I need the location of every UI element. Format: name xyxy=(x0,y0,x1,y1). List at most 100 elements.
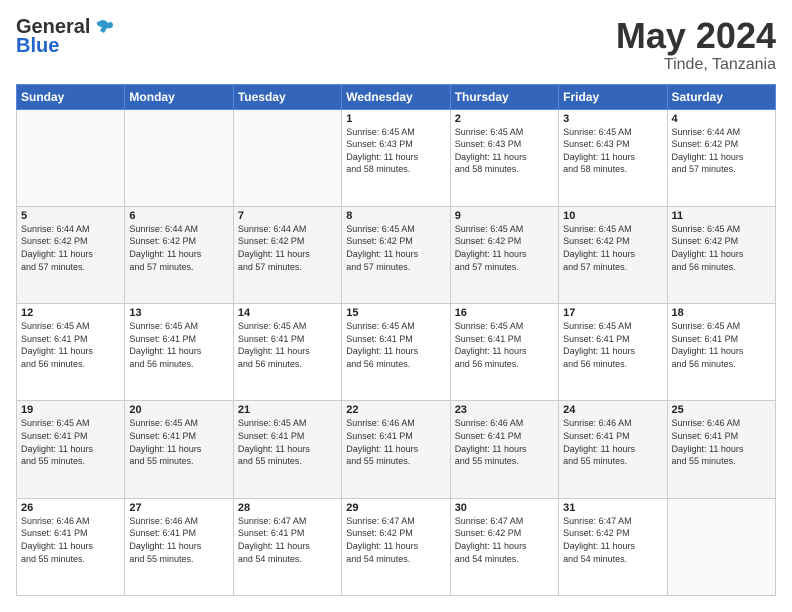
day-number: 29 xyxy=(346,502,445,514)
calendar-day-23: 23Sunrise: 6:46 AM Sunset: 6:41 PM Dayli… xyxy=(450,401,558,498)
day-info: Sunrise: 6:46 AM Sunset: 6:41 PM Dayligh… xyxy=(346,417,445,467)
calendar-day-30: 30Sunrise: 6:47 AM Sunset: 6:42 PM Dayli… xyxy=(450,498,558,595)
day-info: Sunrise: 6:46 AM Sunset: 6:41 PM Dayligh… xyxy=(129,515,228,565)
day-number: 2 xyxy=(455,113,554,125)
calendar-day-3: 3Sunrise: 6:45 AM Sunset: 6:43 PM Daylig… xyxy=(559,109,667,206)
day-info: Sunrise: 6:45 AM Sunset: 6:42 PM Dayligh… xyxy=(346,223,445,273)
day-number: 14 xyxy=(238,307,337,319)
calendar-day-25: 25Sunrise: 6:46 AM Sunset: 6:41 PM Dayli… xyxy=(667,401,775,498)
day-number: 11 xyxy=(672,210,771,222)
calendar-day-8: 8Sunrise: 6:45 AM Sunset: 6:42 PM Daylig… xyxy=(342,206,450,303)
calendar-day-7: 7Sunrise: 6:44 AM Sunset: 6:42 PM Daylig… xyxy=(233,206,341,303)
day-info: Sunrise: 6:45 AM Sunset: 6:41 PM Dayligh… xyxy=(672,320,771,370)
day-info: Sunrise: 6:45 AM Sunset: 6:41 PM Dayligh… xyxy=(21,417,120,467)
weekday-header-thursday: Thursday xyxy=(450,84,558,109)
day-info: Sunrise: 6:45 AM Sunset: 6:41 PM Dayligh… xyxy=(346,320,445,370)
calendar-table: SundayMondayTuesdayWednesdayThursdayFrid… xyxy=(16,84,776,596)
day-info: Sunrise: 6:44 AM Sunset: 6:42 PM Dayligh… xyxy=(21,223,120,273)
month-title: May 2024 xyxy=(616,16,776,56)
day-number: 7 xyxy=(238,210,337,222)
calendar-day-4: 4Sunrise: 6:44 AM Sunset: 6:42 PM Daylig… xyxy=(667,109,775,206)
day-number: 4 xyxy=(672,113,771,125)
day-number: 9 xyxy=(455,210,554,222)
day-number: 10 xyxy=(563,210,662,222)
day-info: Sunrise: 6:47 AM Sunset: 6:42 PM Dayligh… xyxy=(346,515,445,565)
logo: General Blue xyxy=(16,16,114,58)
day-number: 27 xyxy=(129,502,228,514)
weekday-header-wednesday: Wednesday xyxy=(342,84,450,109)
day-number: 30 xyxy=(455,502,554,514)
weekday-header-tuesday: Tuesday xyxy=(233,84,341,109)
day-number: 1 xyxy=(346,113,445,125)
day-number: 28 xyxy=(238,502,337,514)
calendar-day-13: 13Sunrise: 6:45 AM Sunset: 6:41 PM Dayli… xyxy=(125,304,233,401)
calendar-day-9: 9Sunrise: 6:45 AM Sunset: 6:42 PM Daylig… xyxy=(450,206,558,303)
calendar-day-empty xyxy=(17,109,125,206)
day-info: Sunrise: 6:45 AM Sunset: 6:41 PM Dayligh… xyxy=(238,417,337,467)
day-number: 8 xyxy=(346,210,445,222)
day-info: Sunrise: 6:46 AM Sunset: 6:41 PM Dayligh… xyxy=(672,417,771,467)
day-info: Sunrise: 6:47 AM Sunset: 6:41 PM Dayligh… xyxy=(238,515,337,565)
weekday-header-saturday: Saturday xyxy=(667,84,775,109)
calendar-day-26: 26Sunrise: 6:46 AM Sunset: 6:41 PM Dayli… xyxy=(17,498,125,595)
day-number: 3 xyxy=(563,113,662,125)
calendar-day-11: 11Sunrise: 6:45 AM Sunset: 6:42 PM Dayli… xyxy=(667,206,775,303)
calendar-week-row: 5Sunrise: 6:44 AM Sunset: 6:42 PM Daylig… xyxy=(17,206,776,303)
day-number: 18 xyxy=(672,307,771,319)
day-info: Sunrise: 6:47 AM Sunset: 6:42 PM Dayligh… xyxy=(563,515,662,565)
day-number: 23 xyxy=(455,404,554,416)
calendar-day-20: 20Sunrise: 6:45 AM Sunset: 6:41 PM Dayli… xyxy=(125,401,233,498)
weekday-header-row: SundayMondayTuesdayWednesdayThursdayFrid… xyxy=(17,84,776,109)
day-info: Sunrise: 6:44 AM Sunset: 6:42 PM Dayligh… xyxy=(129,223,228,273)
day-info: Sunrise: 6:46 AM Sunset: 6:41 PM Dayligh… xyxy=(21,515,120,565)
day-info: Sunrise: 6:45 AM Sunset: 6:43 PM Dayligh… xyxy=(346,126,445,176)
day-info: Sunrise: 6:46 AM Sunset: 6:41 PM Dayligh… xyxy=(455,417,554,467)
calendar-day-empty xyxy=(125,109,233,206)
header: General Blue May 2024 Tinde, Tanzania xyxy=(16,16,776,74)
weekday-header-sunday: Sunday xyxy=(17,84,125,109)
calendar-day-24: 24Sunrise: 6:46 AM Sunset: 6:41 PM Dayli… xyxy=(559,401,667,498)
title-block: May 2024 Tinde, Tanzania xyxy=(616,16,776,74)
calendar-week-row: 12Sunrise: 6:45 AM Sunset: 6:41 PM Dayli… xyxy=(17,304,776,401)
day-number: 19 xyxy=(21,404,120,416)
day-info: Sunrise: 6:45 AM Sunset: 6:42 PM Dayligh… xyxy=(563,223,662,273)
day-info: Sunrise: 6:45 AM Sunset: 6:41 PM Dayligh… xyxy=(563,320,662,370)
day-info: Sunrise: 6:45 AM Sunset: 6:41 PM Dayligh… xyxy=(455,320,554,370)
calendar-day-17: 17Sunrise: 6:45 AM Sunset: 6:41 PM Dayli… xyxy=(559,304,667,401)
calendar-week-row: 1Sunrise: 6:45 AM Sunset: 6:43 PM Daylig… xyxy=(17,109,776,206)
day-number: 26 xyxy=(21,502,120,514)
calendar-day-10: 10Sunrise: 6:45 AM Sunset: 6:42 PM Dayli… xyxy=(559,206,667,303)
calendar-day-5: 5Sunrise: 6:44 AM Sunset: 6:42 PM Daylig… xyxy=(17,206,125,303)
calendar-day-15: 15Sunrise: 6:45 AM Sunset: 6:41 PM Dayli… xyxy=(342,304,450,401)
day-info: Sunrise: 6:44 AM Sunset: 6:42 PM Dayligh… xyxy=(672,126,771,176)
day-info: Sunrise: 6:45 AM Sunset: 6:41 PM Dayligh… xyxy=(238,320,337,370)
day-number: 31 xyxy=(563,502,662,514)
day-number: 5 xyxy=(21,210,120,222)
calendar-day-28: 28Sunrise: 6:47 AM Sunset: 6:41 PM Dayli… xyxy=(233,498,341,595)
calendar-day-empty xyxy=(667,498,775,595)
day-number: 13 xyxy=(129,307,228,319)
day-number: 24 xyxy=(563,404,662,416)
day-number: 21 xyxy=(238,404,337,416)
weekday-header-friday: Friday xyxy=(559,84,667,109)
day-info: Sunrise: 6:45 AM Sunset: 6:41 PM Dayligh… xyxy=(129,417,228,467)
calendar-day-16: 16Sunrise: 6:45 AM Sunset: 6:41 PM Dayli… xyxy=(450,304,558,401)
calendar-day-21: 21Sunrise: 6:45 AM Sunset: 6:41 PM Dayli… xyxy=(233,401,341,498)
calendar-week-row: 26Sunrise: 6:46 AM Sunset: 6:41 PM Dayli… xyxy=(17,498,776,595)
logo-blue-text: Blue xyxy=(16,35,59,58)
day-info: Sunrise: 6:46 AM Sunset: 6:41 PM Dayligh… xyxy=(563,417,662,467)
weekday-header-monday: Monday xyxy=(125,84,233,109)
day-info: Sunrise: 6:45 AM Sunset: 6:42 PM Dayligh… xyxy=(455,223,554,273)
day-number: 17 xyxy=(563,307,662,319)
calendar-day-12: 12Sunrise: 6:45 AM Sunset: 6:41 PM Dayli… xyxy=(17,304,125,401)
calendar-day-14: 14Sunrise: 6:45 AM Sunset: 6:41 PM Dayli… xyxy=(233,304,341,401)
day-number: 15 xyxy=(346,307,445,319)
day-number: 25 xyxy=(672,404,771,416)
day-info: Sunrise: 6:45 AM Sunset: 6:41 PM Dayligh… xyxy=(21,320,120,370)
calendar-day-22: 22Sunrise: 6:46 AM Sunset: 6:41 PM Dayli… xyxy=(342,401,450,498)
calendar-day-31: 31Sunrise: 6:47 AM Sunset: 6:42 PM Dayli… xyxy=(559,498,667,595)
calendar-day-27: 27Sunrise: 6:46 AM Sunset: 6:41 PM Dayli… xyxy=(125,498,233,595)
calendar-day-19: 19Sunrise: 6:45 AM Sunset: 6:41 PM Dayli… xyxy=(17,401,125,498)
day-info: Sunrise: 6:44 AM Sunset: 6:42 PM Dayligh… xyxy=(238,223,337,273)
day-info: Sunrise: 6:45 AM Sunset: 6:43 PM Dayligh… xyxy=(455,126,554,176)
